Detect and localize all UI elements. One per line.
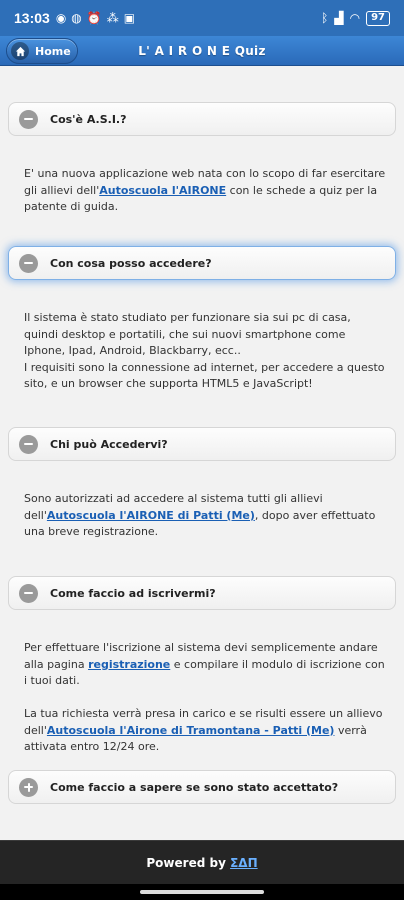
faq-answer: Per effettuare l'iscrizione al sistema d…: [8, 640, 396, 756]
answer-text: Il sistema è stato studiato per funziona…: [24, 311, 351, 357]
system-icons: ᛒ ▟ ◠ 97: [321, 10, 390, 26]
faq-item: Con cosa posso accedere? Il sistema è st…: [8, 246, 396, 393]
home-gesture-handle[interactable]: [140, 890, 264, 894]
faq-question: Come faccio ad iscrivermi?: [50, 586, 216, 600]
plus-icon: [19, 777, 38, 797]
faq-answer: Sono autorizzati ad accedere al sistema …: [8, 491, 396, 541]
answer-text: I requisiti sono la connessione ad inter…: [24, 360, 385, 391]
bluetooth-icon: ᛒ: [321, 11, 329, 25]
answer-link[interactable]: Autoscuola l'Airone di Tramontana - Patt…: [47, 724, 335, 737]
page-title: L' A I R O N E Quiz: [138, 43, 266, 58]
answer-link[interactable]: Autoscuola l'AIRONE: [99, 184, 226, 197]
answer-link[interactable]: registrazione: [88, 658, 170, 671]
battery-icon: 97: [366, 10, 390, 26]
minus-icon: [19, 434, 38, 454]
faq-question: Cos'è A.S.I.?: [50, 112, 127, 126]
faq-question: Con cosa posso accedere?: [50, 256, 212, 270]
faq-item: Chi può Accedervi? Sono autorizzati ad a…: [8, 427, 396, 541]
faq-question-header[interactable]: Cos'è A.S.I.?: [8, 102, 396, 136]
system-nav-bar: [0, 884, 404, 900]
app-header: Home L' A I R O N E Quiz: [0, 36, 404, 66]
status-bar: 13:03 ◉ ◍ ⏰ ⁂ ▣ ᛒ ▟ ◠ 97: [0, 0, 404, 36]
faq-question-header[interactable]: Chi può Accedervi?: [8, 427, 396, 461]
faq-answer: E' una nuova applicazione web nata con l…: [8, 166, 396, 216]
network-icon: ⁂: [106, 11, 119, 25]
faq-list: Cos'è A.S.I.? E' una nuova applicazione …: [0, 66, 404, 840]
brand-link[interactable]: ΣΔΠ: [230, 856, 258, 870]
wifi-icon: ◠: [349, 11, 361, 25]
faq-question-header[interactable]: Come faccio ad iscrivermi?: [8, 576, 396, 610]
home-label: Home: [35, 44, 71, 58]
faq-question: Come faccio a sapere se sono stato accet…: [50, 780, 339, 794]
minus-icon: [19, 109, 38, 129]
faq-item: Come faccio a sapere se sono stato accet…: [8, 770, 396, 804]
home-icon: [11, 42, 29, 60]
faq-answer: Il sistema è stato studiato per funziona…: [8, 310, 396, 393]
minus-icon: [19, 253, 38, 273]
gallery-icon: ▣: [123, 11, 136, 25]
status-time: 13:03: [14, 10, 50, 26]
faq-question: Chi può Accedervi?: [50, 437, 168, 451]
faq-question-header[interactable]: Come faccio a sapere se sono stato accet…: [8, 770, 396, 804]
signal-icon: ▟: [334, 11, 344, 25]
faq-item: Cos'è A.S.I.? E' una nuova applicazione …: [8, 102, 396, 216]
faq-question-header[interactable]: Con cosa posso accedere?: [8, 246, 396, 280]
answer-link[interactable]: Autoscuola l'AIRONE di Patti (Me): [47, 509, 255, 522]
home-button[interactable]: Home: [6, 38, 78, 64]
notification-icons: ◉ ◍ ⏰ ⁂ ▣: [56, 11, 135, 25]
powered-by-label: Powered by: [146, 855, 231, 870]
messenger-icon: ◍: [71, 11, 82, 25]
whatsapp-icon: ◉: [55, 11, 67, 25]
alarm-icon: ⏰: [86, 11, 102, 25]
faq-item: Come faccio ad iscrivermi? Per effettuar…: [8, 576, 396, 756]
footer: Powered by ΣΔΠ: [0, 840, 404, 884]
minus-icon: [19, 583, 38, 603]
